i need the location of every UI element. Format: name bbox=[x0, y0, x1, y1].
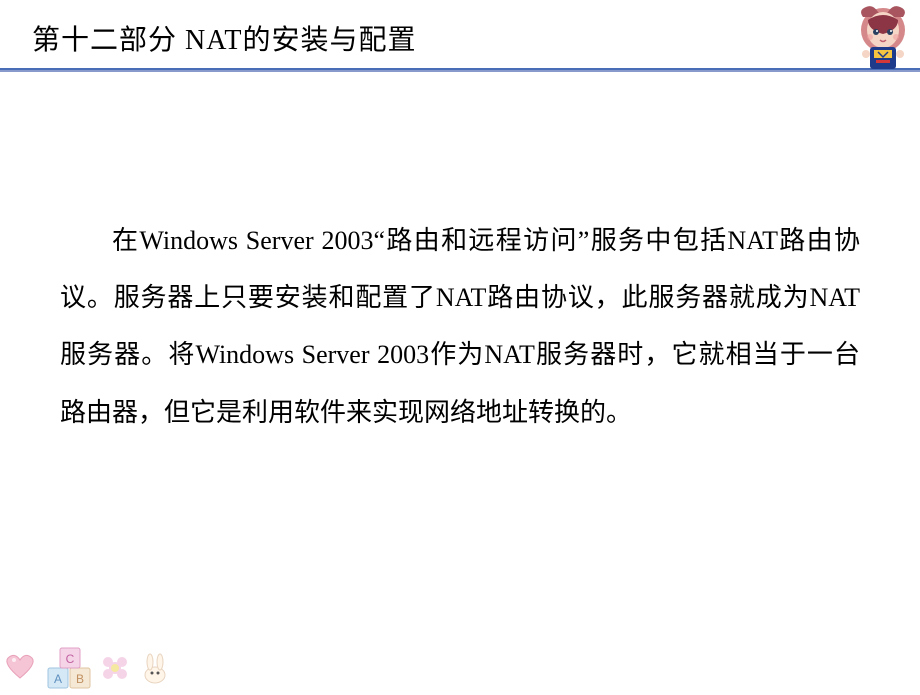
body-paragraph: 在Windows Server 2003“路由和远程访问”服务中包括NAT路由协… bbox=[60, 212, 860, 441]
slide-header: 第十二部分 NAT的安装与配置 bbox=[0, 0, 920, 72]
avatar-decoration bbox=[848, 2, 918, 72]
svg-text:A: A bbox=[54, 672, 62, 686]
header-divider bbox=[0, 68, 920, 72]
svg-text:B: B bbox=[76, 672, 84, 686]
page-title: 第十二部分 NAT的安装与配置 bbox=[32, 18, 920, 58]
svg-text:C: C bbox=[66, 652, 75, 666]
slide-content: 在Windows Server 2003“路由和远程访问”服务中包括NAT路由协… bbox=[0, 72, 920, 441]
footer-decoration: A B C bbox=[0, 640, 920, 690]
